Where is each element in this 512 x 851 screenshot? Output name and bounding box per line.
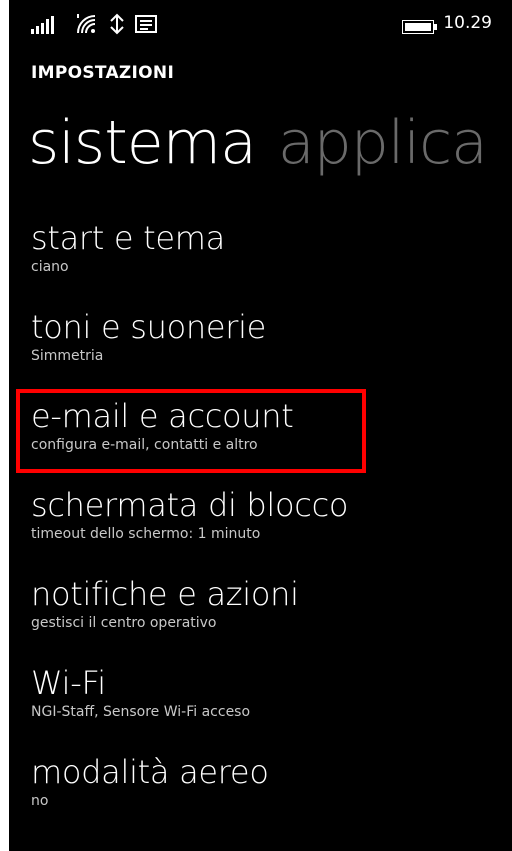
status-bar: 10.29 [9,0,512,40]
phone-screen: 10.29 IMPOSTAZIONI sistema applica start … [9,0,512,851]
setting-title: Wi-Fi [31,664,106,702]
message-icon [135,15,157,33]
setting-modalita-aereo[interactable]: modalità aereo no [31,752,511,841]
setting-title: toni e suonerie [31,308,267,346]
setting-subtitle: gestisci il centro operativo [31,615,217,631]
setting-notifiche-e-azioni[interactable]: notifiche e azioni gestisci il centro op… [31,574,511,663]
settings-list: start e tema ciano toni e suonerie Simme… [31,218,511,841]
setting-title: modalità aereo [31,753,269,791]
setting-email-e-account[interactable]: e-mail e account configura e-mail, conta… [31,396,511,485]
setting-subtitle: NGI-Staff, Sensore Wi-Fi acceso [31,704,251,720]
setting-subtitle: no [31,793,49,809]
pivot-header: sistema applica [28,104,488,182]
data-icon [110,13,124,35]
setting-toni-e-suonerie[interactable]: toni e suonerie Simmetria [31,307,511,396]
setting-subtitle: Simmetria [31,348,104,364]
app-title: IMPOSTAZIONI [31,63,175,83]
setting-subtitle: timeout dello schermo: 1 minuto [31,526,261,542]
clock: 10.29 [443,13,492,33]
tab-sistema[interactable]: sistema [28,108,257,178]
setting-title: schermata di blocco [31,486,349,524]
setting-subtitle: ciano [31,259,69,275]
tab-applicazioni[interactable]: applica [278,108,488,178]
battery-icon [402,20,437,34]
setting-title: start e tema [31,219,225,257]
setting-subtitle: configura e-mail, contatti e altro [31,437,258,453]
wifi-icon [77,14,96,34]
setting-schermata-di-blocco[interactable]: schermata di blocco timeout dello scherm… [31,485,511,574]
signal-icon [31,16,54,34]
setting-title: e-mail e account [31,397,294,435]
setting-title: notifiche e azioni [31,575,299,613]
setting-wifi[interactable]: Wi-Fi NGI-Staff, Sensore Wi-Fi acceso [31,663,511,752]
setting-start-e-tema[interactable]: start e tema ciano [31,218,511,307]
